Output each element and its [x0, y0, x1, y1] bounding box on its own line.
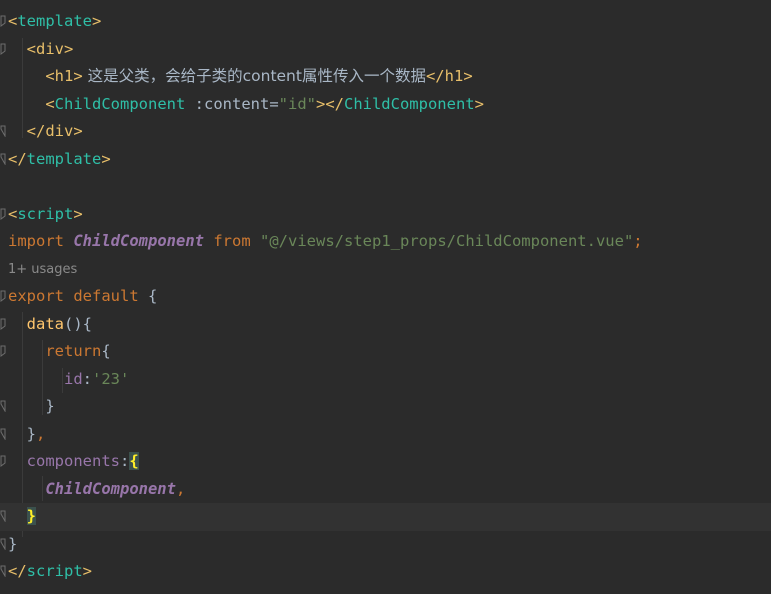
- tag-bracket: </: [26, 122, 46, 140]
- tag-name: ChildComponent: [343, 94, 475, 113]
- comma: ,: [36, 424, 46, 443]
- tag-name: div: [45, 122, 74, 140]
- fold-marker-icon[interactable]: [0, 428, 6, 440]
- code-line: <div>: [0, 36, 771, 64]
- brace: (){: [64, 314, 92, 333]
- tag-name: template: [17, 12, 92, 30]
- colon: :: [82, 369, 93, 388]
- matched-brace: }: [26, 507, 37, 525]
- code-line: components:{: [0, 448, 771, 476]
- code-line: return{: [0, 338, 771, 366]
- tag-bracket: >: [463, 67, 473, 85]
- tag-bracket: <: [8, 204, 18, 223]
- code-line: },: [0, 421, 771, 449]
- fold-marker-icon[interactable]: [0, 15, 6, 27]
- tag-bracket: <: [45, 94, 55, 113]
- keyword: return: [45, 342, 102, 360]
- tag-bracket: </: [425, 67, 445, 85]
- code-line: <h1> 这是父类，会给子类的content属性传入一个数据</h1>: [0, 63, 771, 91]
- tag-bracket: <: [8, 12, 18, 30]
- fold-marker-icon[interactable]: [0, 455, 6, 467]
- code-line: data(){: [0, 311, 771, 339]
- code-line: export default {: [0, 283, 771, 311]
- code-line: </div>: [0, 118, 771, 146]
- fold-marker-icon[interactable]: [0, 565, 6, 577]
- code-line: <script>: [0, 201, 771, 229]
- brace: }: [26, 424, 37, 443]
- current-code-line: }: [0, 503, 771, 531]
- tag-bracket: >: [73, 204, 83, 223]
- code-line: <ChildComponent :content="id"></ChildCom…: [0, 91, 771, 119]
- code-line: import ChildComponent from "@/views/step…: [0, 228, 771, 256]
- code-editor[interactable]: <template> <div> <h1> 这是父类，会给子类的content属…: [0, 0, 771, 594]
- tag-bracket: ></: [315, 94, 344, 113]
- keyword: export: [8, 287, 64, 305]
- attribute-value: "id": [278, 94, 316, 113]
- tag-bracket: >: [474, 94, 484, 113]
- fold-marker-icon[interactable]: [0, 538, 6, 550]
- code-line: <template>: [0, 8, 771, 36]
- tag-bracket: >: [101, 149, 111, 168]
- tag-name: script: [26, 562, 83, 580]
- fold-marker-icon[interactable]: [0, 318, 6, 330]
- tag-bracket: >: [64, 39, 74, 58]
- code-line: }: [0, 531, 771, 559]
- code-line: 1+ usages: [0, 256, 771, 284]
- fold-marker-icon[interactable]: [0, 43, 6, 55]
- keyword: import: [8, 232, 64, 250]
- tag-bracket: >: [73, 122, 83, 140]
- code-line: ChildComponent,: [0, 476, 771, 504]
- brace: }: [8, 534, 18, 553]
- fold-marker-icon[interactable]: [0, 208, 6, 220]
- fold-marker-icon[interactable]: [0, 510, 6, 522]
- tag-name: ChildComponent: [54, 94, 186, 113]
- import-path-string: "@/views/step1_props/ChildComponent.vue": [260, 232, 634, 250]
- keyword: default: [73, 287, 139, 305]
- brace: {: [148, 287, 158, 305]
- attribute-name: :content=: [185, 94, 279, 113]
- component-identifier: ChildComponent: [45, 479, 176, 498]
- function-name: data: [26, 314, 64, 333]
- tag-bracket: >: [82, 562, 93, 580]
- fold-marker-icon[interactable]: [0, 400, 6, 412]
- tag-bracket: </: [8, 149, 27, 168]
- brace: {: [101, 342, 111, 360]
- semicolon: ;: [633, 232, 643, 250]
- code-line: </script>: [0, 558, 771, 586]
- usages-inlay-hint[interactable]: 1+ usages: [8, 256, 77, 284]
- property-key: components: [26, 452, 120, 470]
- tag-bracket: >: [73, 67, 83, 85]
- keyword: from: [213, 232, 251, 250]
- tag-bracket: <: [26, 39, 37, 58]
- code-line: id:'23': [0, 366, 771, 394]
- colon: :: [120, 452, 130, 470]
- property-key: id: [64, 369, 83, 388]
- fold-marker-icon[interactable]: [0, 153, 6, 165]
- brace: }: [45, 397, 55, 415]
- tag-name: div: [36, 39, 65, 58]
- heading-text: 这是父类，会给子类的content属性传入一个数据: [82, 67, 426, 85]
- fold-marker-icon[interactable]: [0, 125, 6, 137]
- tag-bracket: </: [8, 562, 27, 580]
- tag-name: script: [17, 204, 74, 223]
- tag-bracket: >: [92, 12, 102, 30]
- tag-name: h1: [444, 67, 464, 85]
- tag-name: h1: [54, 67, 74, 85]
- fold-marker-icon[interactable]: [0, 290, 6, 302]
- matched-brace: {: [129, 452, 139, 470]
- fold-marker-icon[interactable]: [0, 345, 6, 357]
- comma: ,: [175, 479, 186, 498]
- code-line: }: [0, 393, 771, 421]
- string-value: '23': [92, 369, 130, 388]
- tag-name: template: [26, 149, 102, 168]
- component-identifier: ChildComponent: [73, 232, 204, 250]
- code-line: </template>: [0, 146, 771, 174]
- tag-bracket: <: [45, 67, 55, 85]
